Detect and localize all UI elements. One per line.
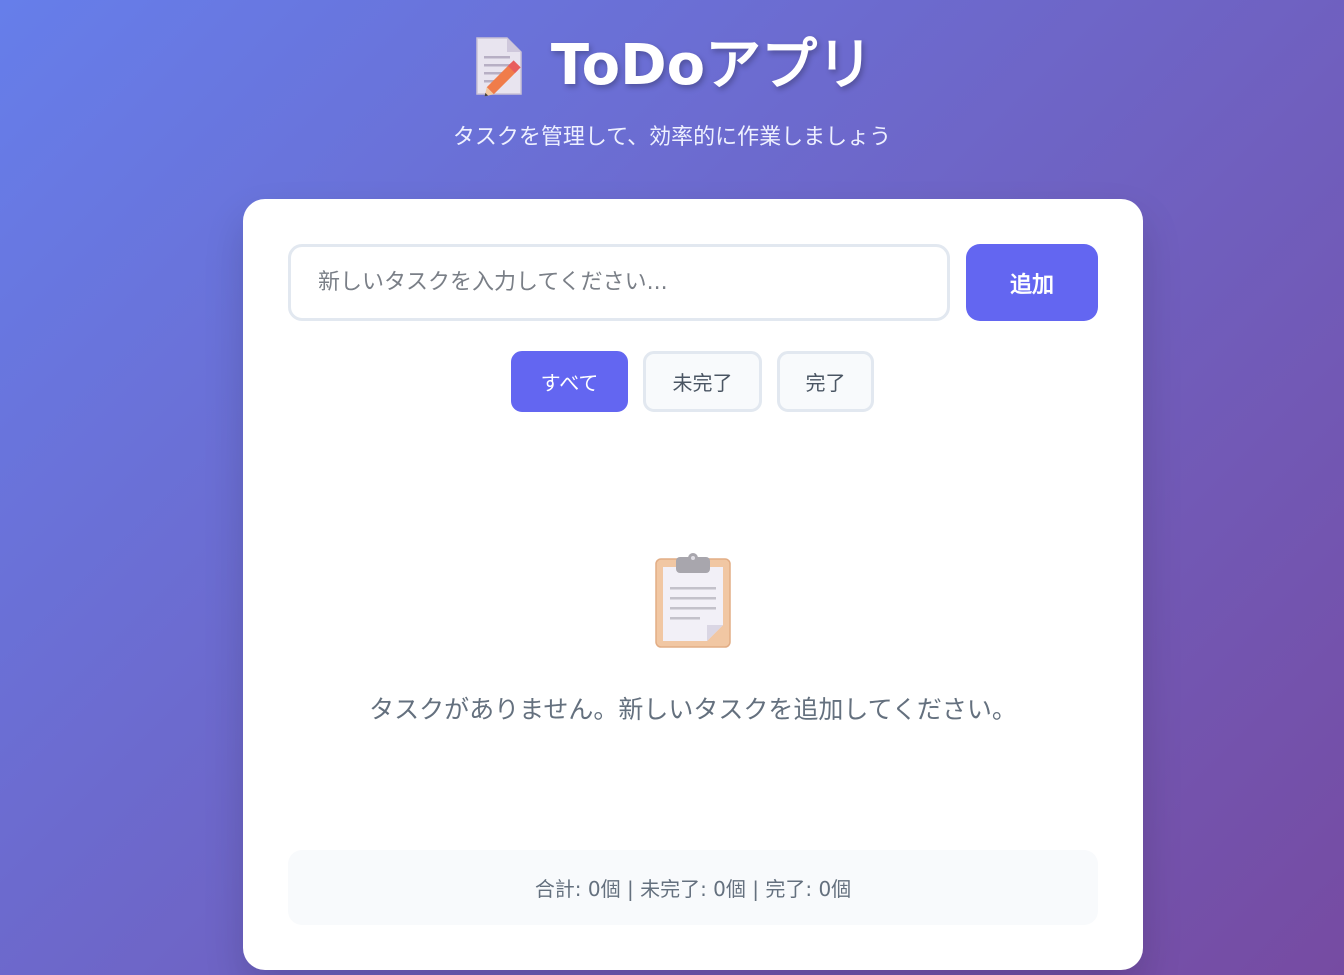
filter-completed-button[interactable]: 完了 <box>777 351 874 412</box>
filter-active-button[interactable]: 未完了 <box>643 351 762 412</box>
todo-card: 追加 すべて 未完了 完了 タスクがありません。新しいタスクを追加してください。… <box>243 199 1143 970</box>
stats-text: 合計: 0個 | 未完了: 0個 | 完了: 0個 <box>534 877 852 901</box>
clipboard-icon <box>655 553 731 648</box>
title-row: ToDoアプリ <box>0 30 1344 102</box>
page-title: ToDoアプリ <box>550 33 874 98</box>
memo-icon <box>476 37 522 97</box>
add-task-button[interactable]: 追加 <box>966 244 1098 321</box>
page-subtitle: タスクを管理して、効率的に作業しましょう <box>452 125 892 150</box>
filter-bar: すべて 未完了 完了 <box>243 351 1143 412</box>
task-stats: 合計: 0個 | 未完了: 0個 | 完了: 0個 <box>288 850 1098 925</box>
empty-state-message: タスクがありません。新しいタスクを追加してください。 <box>369 695 1017 724</box>
task-input[interactable] <box>288 244 950 321</box>
filter-all-button[interactable]: すべて <box>511 351 628 412</box>
